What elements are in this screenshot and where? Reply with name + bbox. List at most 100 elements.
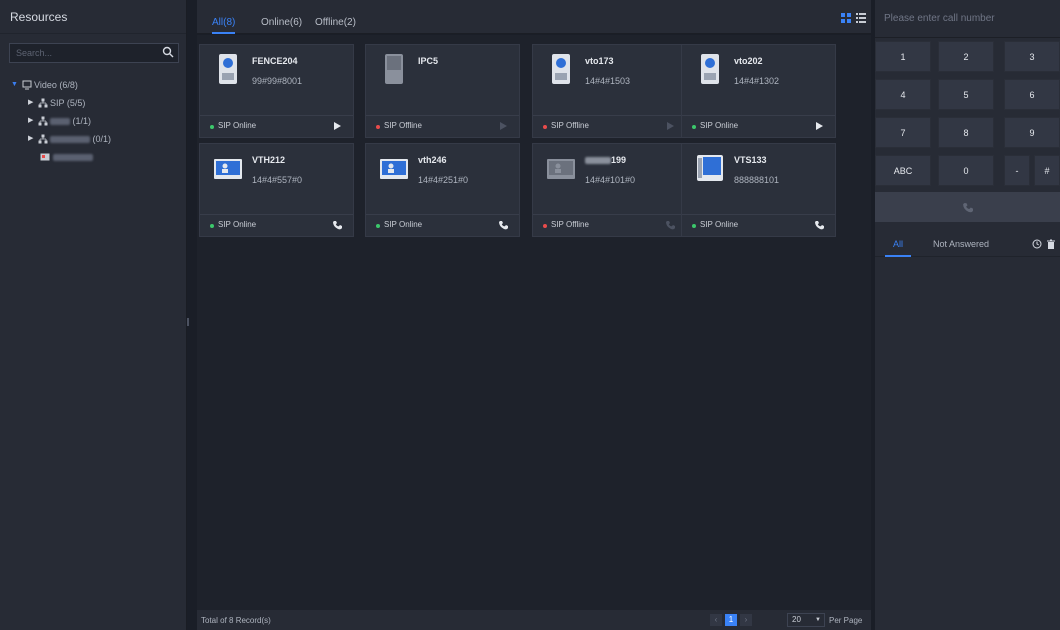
- management-station-icon: [697, 155, 723, 181]
- dial-key-9[interactable]: 9: [1004, 117, 1060, 148]
- obscured-label: [53, 154, 93, 162]
- device-status: SIP Offline: [551, 220, 589, 229]
- status-dot-online: [692, 224, 696, 228]
- dial-key-hash[interactable]: #: [1034, 155, 1060, 186]
- dial-key-3[interactable]: 3: [1004, 41, 1060, 72]
- indoor-monitor-icon: [214, 159, 242, 179]
- monitor-icon: [22, 80, 32, 90]
- resources-panel: Resources ▼ Video (6/8) ▶ SIP (5/5) ▶ (1…: [0, 0, 187, 630]
- page-size-value: 20: [792, 615, 801, 624]
- tree-node-video[interactable]: ▼ Video (6/8): [0, 76, 186, 94]
- collapse-arrow-icon[interactable]: ▶: [28, 94, 33, 112]
- phone-icon[interactable]: [332, 220, 342, 230]
- device-status: SIP Online: [218, 121, 257, 130]
- device-icon: [40, 153, 50, 161]
- tab-online[interactable]: Online(6): [261, 0, 302, 34]
- device-card-fence204[interactable]: FENCE204 99#99#8001 SIP Online: [199, 44, 354, 138]
- next-page-button[interactable]: ›: [740, 614, 752, 626]
- dial-key-6[interactable]: 6: [1004, 79, 1060, 110]
- tree-node-group[interactable]: ▶ (0/1): [0, 130, 186, 148]
- grid-view-icon[interactable]: [841, 13, 851, 23]
- collapse-arrow-icon[interactable]: ▶: [28, 130, 33, 148]
- phone-icon[interactable]: [814, 220, 824, 230]
- org-node-icon: [38, 116, 48, 126]
- pagination-bar: Total of 8 Record(s) ‹ 1 › 20 ▼ Per Page: [197, 610, 871, 630]
- tree-node-device[interactable]: [0, 148, 186, 166]
- call-number-field[interactable]: [875, 0, 1060, 38]
- device-footer: SIP Online: [682, 214, 835, 236]
- panel-splitter[interactable]: [187, 318, 189, 326]
- device-name: vth246: [418, 155, 447, 165]
- tree-count: (1/1): [72, 116, 92, 126]
- phone-icon[interactable]: [665, 220, 675, 230]
- resources-title: Resources: [0, 0, 186, 34]
- chevron-down-icon: ▼: [815, 617, 821, 623]
- device-status: SIP Online: [384, 220, 423, 229]
- expand-arrow-icon[interactable]: ▼: [11, 76, 18, 94]
- play-icon[interactable]: [814, 121, 824, 131]
- device-number: 888888101: [734, 175, 780, 185]
- total-records: Total of 8 Record(s): [201, 616, 271, 625]
- status-dot-online: [692, 125, 696, 129]
- clock-icon[interactable]: [1032, 239, 1042, 249]
- dial-key-abc[interactable]: ABC: [875, 155, 931, 186]
- device-footer: SIP Online: [200, 115, 353, 137]
- tab-all-calls[interactable]: All: [884, 239, 912, 257]
- device-name: FENCE204: [252, 56, 298, 66]
- collapse-arrow-icon[interactable]: ▶: [28, 112, 33, 130]
- tree-count: (0/1): [92, 134, 112, 144]
- dial-key-8[interactable]: 8: [938, 117, 994, 148]
- prev-page-button[interactable]: ‹: [710, 614, 722, 626]
- tab-not-answered[interactable]: Not Answered: [933, 239, 989, 249]
- dial-key-2[interactable]: 2: [938, 41, 994, 72]
- device-grid: FENCE204 99#99#8001 SIP Online IPC5 SIP …: [197, 35, 871, 610]
- list-view-icon[interactable]: [856, 13, 866, 23]
- device-card-vto202[interactable]: vto202 14#4#1302 SIP Online: [681, 44, 836, 138]
- status-dot-online: [210, 224, 214, 228]
- device-card-vth246[interactable]: vth246 14#4#251#0 SIP Online: [365, 143, 520, 237]
- ipc-camera-icon: [385, 54, 403, 84]
- door-station-icon: [552, 54, 570, 84]
- tab-all[interactable]: All(8): [212, 0, 236, 34]
- device-name: VTH212: [252, 155, 286, 165]
- play-icon[interactable]: [332, 121, 342, 131]
- call-button[interactable]: [875, 192, 1060, 222]
- phone-icon[interactable]: [498, 220, 508, 230]
- per-page-label: Per Page: [829, 616, 863, 625]
- current-page[interactable]: 1: [725, 614, 737, 626]
- device-status: SIP Offline: [551, 121, 589, 130]
- device-card-ipc5[interactable]: IPC5 SIP Offline: [365, 44, 520, 138]
- dial-key-4[interactable]: 4: [875, 79, 931, 110]
- obscured-label: [50, 118, 70, 126]
- device-card-199[interactable]: 199 14#4#101#0 SIP Offline: [532, 143, 687, 237]
- device-number: 99#99#8001: [252, 76, 303, 86]
- page-size-select[interactable]: 20 ▼: [787, 613, 825, 627]
- device-card-vts133[interactable]: VTS133 888888101 SIP Online: [681, 143, 836, 237]
- status-dot-online: [210, 125, 214, 129]
- device-footer: SIP Online: [366, 214, 519, 236]
- trash-icon[interactable]: [1046, 239, 1056, 249]
- device-card-vth212[interactable]: VTH212 14#4#557#0 SIP Online: [199, 143, 354, 237]
- search-input[interactable]: [10, 44, 150, 62]
- resource-search[interactable]: [9, 43, 179, 63]
- device-name: IPC5: [418, 56, 439, 66]
- org-node-icon: [38, 98, 48, 108]
- device-status: SIP Offline: [384, 121, 422, 130]
- device-card-vto173[interactable]: vto173 14#4#1503 SIP Offline: [532, 44, 687, 138]
- dial-key-5[interactable]: 5: [938, 79, 994, 110]
- tree-node-group[interactable]: ▶ (1/1): [0, 112, 186, 130]
- tab-offline[interactable]: Offline(2): [315, 0, 356, 34]
- status-tabs: All(8) Online(6) Offline(2): [197, 0, 871, 34]
- play-icon[interactable]: [665, 121, 675, 131]
- device-footer: SIP Offline: [533, 214, 686, 236]
- tree-node-sip[interactable]: ▶ SIP (5/5): [0, 94, 186, 112]
- dial-key-7[interactable]: 7: [875, 117, 931, 148]
- dial-key-0[interactable]: 0: [938, 155, 994, 186]
- dial-key-1[interactable]: 1: [875, 41, 931, 72]
- call-number-input[interactable]: [875, 0, 1055, 36]
- play-icon[interactable]: [498, 121, 508, 131]
- search-icon[interactable]: [162, 46, 174, 58]
- dial-key-dash[interactable]: -: [1004, 155, 1030, 186]
- indoor-monitor-icon: [547, 159, 575, 179]
- status-dot-offline: [543, 125, 547, 129]
